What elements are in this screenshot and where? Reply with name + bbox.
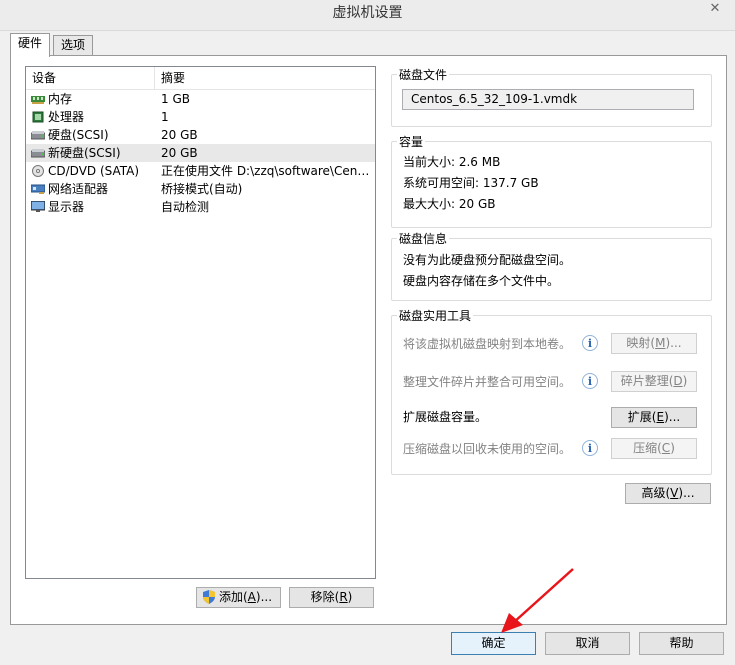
- device-row-memory[interactable]: 内存 1 GB: [26, 90, 375, 108]
- add-button-accel: A: [247, 590, 256, 604]
- ok-button[interactable]: 确定: [451, 632, 536, 655]
- column-header-device[interactable]: 设备: [26, 67, 155, 89]
- advanced-button-label: 高级(: [641, 486, 671, 500]
- remove-button[interactable]: 移除(R): [289, 587, 374, 608]
- device-summary: 自动检测: [161, 200, 210, 214]
- device-name: 新硬盘(SCSI): [48, 146, 121, 160]
- remove-button-tail: ): [347, 590, 353, 604]
- cd-dvd-icon: [32, 165, 44, 177]
- device-list[interactable]: 设备 摘要 内存 1 GB 处理器 1 硬盘(SCSI) 20 GB 新硬盘(S…: [25, 66, 376, 579]
- column-header-summary[interactable]: 摘要: [155, 67, 185, 89]
- device-summary: 20 GB: [161, 128, 198, 142]
- hard-disk-icon: [31, 149, 45, 158]
- device-row-hard-disk[interactable]: 硬盘(SCSI) 20 GB: [26, 126, 375, 144]
- memory-icon: [31, 96, 45, 104]
- compact-button[interactable]: 压缩(C): [611, 438, 697, 459]
- defrag-button-accel: D: [673, 374, 683, 388]
- compact-button-label: 压缩(: [633, 441, 662, 455]
- map-description: 将该虚拟机磁盘映射到本地卷。: [403, 337, 572, 351]
- add-button[interactable]: 添加(A)...: [196, 587, 281, 608]
- hardware-panel: 设备 摘要 内存 1 GB 处理器 1 硬盘(SCSI) 20 GB 新硬盘(S…: [10, 55, 727, 625]
- info-icon[interactable]: i: [582, 440, 598, 456]
- disk-file-group: 磁盘文件 Centos_6.5_32_109-1.vmdk: [391, 67, 712, 127]
- device-summary: 1: [161, 110, 169, 124]
- compact-button-accel: C: [661, 441, 671, 455]
- tab-options[interactable]: 选项: [53, 35, 94, 56]
- capacity-group: 容量 当前大小: 2.6 MB 系统可用空间: 137.7 GB 最大大小: 2…: [391, 134, 712, 228]
- disk-info-line-2: 硬盘内容存储在多个文件中。: [403, 274, 560, 288]
- defrag-button-label: 碎片整理(: [620, 374, 674, 388]
- device-summary: 正在使用文件 D:\zzq\software\Cent...: [161, 164, 371, 178]
- device-name: CD/DVD (SATA): [48, 164, 140, 178]
- window-title: 虚拟机设置: [332, 5, 403, 21]
- disk-info-group: 磁盘信息 没有为此硬盘预分配磁盘空间。 硬盘内容存储在多个文件中。: [391, 231, 712, 301]
- device-row-network-adapter[interactable]: 网络适配器 桥接模式(自动): [26, 180, 375, 198]
- expand-button-accel: E: [656, 410, 665, 424]
- device-name: 硬盘(SCSI): [48, 128, 109, 142]
- defrag-description: 整理文件碎片并整合可用空间。: [403, 375, 572, 389]
- device-row-display[interactable]: 显示器 自动检测: [26, 198, 375, 216]
- map-button-label: 映射(: [626, 336, 656, 350]
- disk-file-path-field[interactable]: Centos_6.5_32_109-1.vmdk: [402, 89, 694, 110]
- system-free-space: 系统可用空间: 137.7 GB: [403, 176, 539, 190]
- compact-description: 压缩磁盘以回收未使用的空间。: [403, 442, 572, 456]
- hard-disk-icon: [31, 131, 45, 140]
- add-button-label: 添加(: [218, 590, 248, 604]
- capacity-title: 容量: [397, 134, 426, 150]
- device-summary: 1 GB: [161, 92, 190, 106]
- device-name: 网络适配器: [48, 182, 109, 196]
- remove-button-accel: R: [339, 590, 348, 604]
- help-button[interactable]: 帮助: [639, 632, 724, 655]
- map-button[interactable]: 映射(M)...: [611, 333, 697, 354]
- device-name: 内存: [48, 92, 73, 106]
- disk-utilities-group: 磁盘实用工具 将该虚拟机磁盘映射到本地卷。 i 映射(M)... 整理文件碎片并…: [391, 308, 712, 475]
- disk-info-line-1: 没有为此硬盘预分配磁盘空间。: [403, 253, 572, 267]
- shield-icon: [203, 590, 215, 604]
- map-button-tail: )...: [665, 336, 682, 350]
- disk-utilities-title: 磁盘实用工具: [397, 308, 474, 324]
- current-size: 当前大小: 2.6 MB: [403, 155, 501, 169]
- display-icon: [31, 201, 45, 212]
- remove-button-label: 移除(: [310, 590, 340, 604]
- device-name: 处理器: [48, 110, 85, 124]
- expand-description: 扩展磁盘容量。: [403, 410, 488, 424]
- processor-icon: [32, 111, 44, 123]
- device-summary: 桥接模式(自动): [161, 182, 243, 196]
- annotation-arrow: [501, 568, 574, 633]
- device-row-new-hard-disk[interactable]: 新硬盘(SCSI) 20 GB: [26, 144, 375, 162]
- device-summary: 20 GB: [161, 146, 198, 160]
- info-icon[interactable]: i: [582, 335, 598, 351]
- close-button[interactable]: ✕: [698, 0, 732, 20]
- advanced-button[interactable]: 高级(V)...: [625, 483, 711, 504]
- disk-info-title: 磁盘信息: [397, 231, 450, 247]
- expand-button[interactable]: 扩展(E)...: [611, 407, 697, 428]
- map-button-accel: M: [655, 336, 666, 350]
- list-header: 设备 摘要: [26, 67, 375, 90]
- close-icon[interactable]: ✕: [710, 1, 721, 16]
- expand-button-label: 扩展(: [627, 410, 657, 424]
- advanced-button-tail: )...: [678, 486, 695, 500]
- defrag-button-tail: ): [682, 374, 688, 388]
- cancel-button[interactable]: 取消: [545, 632, 630, 655]
- compact-button-tail: ): [670, 441, 675, 455]
- device-row-processor[interactable]: 处理器 1: [26, 108, 375, 126]
- info-icon[interactable]: i: [582, 373, 598, 389]
- max-size: 最大大小: 20 GB: [403, 197, 496, 211]
- expand-button-tail: )...: [664, 410, 681, 424]
- network-adapter-icon: [31, 184, 45, 194]
- title-bar: 虚拟机设置 ✕: [0, 0, 735, 31]
- add-button-tail: )...: [255, 590, 273, 604]
- device-name: 显示器: [48, 200, 85, 214]
- disk-file-title: 磁盘文件: [397, 67, 450, 83]
- tab-hardware[interactable]: 硬件: [10, 33, 51, 57]
- defrag-button[interactable]: 碎片整理(D): [611, 371, 697, 392]
- device-row-cd-dvd[interactable]: CD/DVD (SATA) 正在使用文件 D:\zzq\software\Cen…: [26, 162, 375, 180]
